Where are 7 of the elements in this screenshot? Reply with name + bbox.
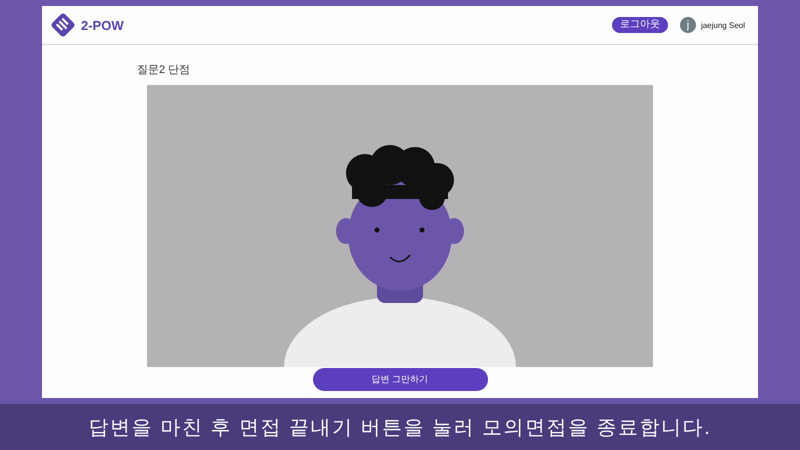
question-title: 질문2 단점	[137, 63, 192, 76]
caption-text: 답변을 마친 후 면접 끝내기 버튼을 눌러 모의면접을 종료합니다.	[88, 416, 712, 440]
user-name: jaejung Seol	[700, 20, 745, 30]
logout-button[interactable]: 로그아웃	[612, 17, 668, 33]
user-avatar: j	[680, 17, 696, 33]
stop-answer-button[interactable]: 답변 그만하기	[312, 368, 488, 391]
logo-text[interactable]: 2-POW	[81, 18, 124, 32]
